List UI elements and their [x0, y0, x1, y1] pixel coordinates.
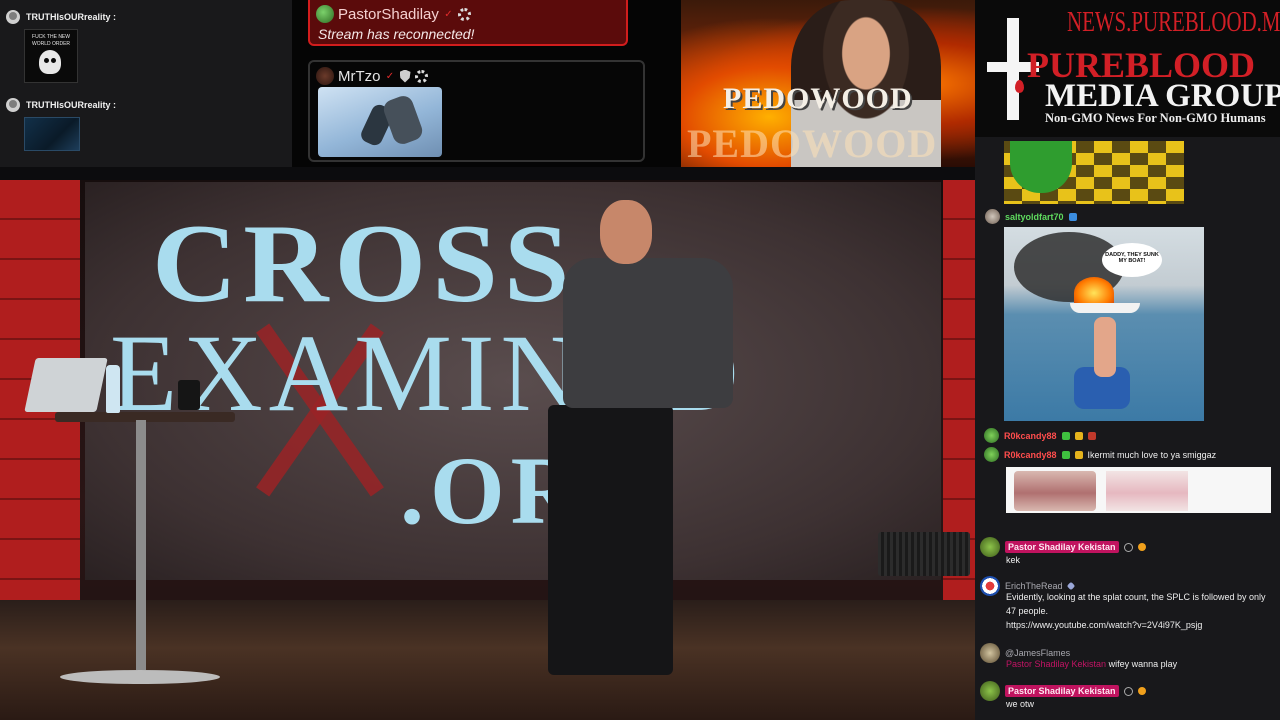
username[interactable]: Pastor Shadilay Kekistan — [1005, 541, 1119, 553]
image-panel — [1014, 471, 1096, 511]
stage-monitor-speaker — [878, 532, 970, 576]
badge-icon — [1137, 543, 1146, 551]
chat-message: Pastor Shadilay Kekistan kek — [980, 537, 1276, 567]
image-caption-ghost: PEDOWOOD — [687, 121, 938, 166]
speaker-legs — [548, 405, 673, 675]
image-caption: FUCK THE NEW WORLD ORDER — [31, 34, 71, 47]
avatar[interactable] — [985, 209, 1000, 224]
subscriber-badge-icon — [1068, 212, 1077, 221]
username[interactable]: TRUTHIsOURreality : — [26, 100, 116, 110]
skull-icon — [39, 50, 61, 74]
badge-icon — [1061, 431, 1070, 440]
avatar[interactable] — [980, 537, 1000, 557]
speaker-torso — [563, 258, 733, 408]
chat-message: TRUTHIsOURreality : — [6, 10, 116, 24]
message-image-thumbnail[interactable] — [318, 87, 442, 157]
username[interactable]: MrTzo — [338, 68, 381, 85]
chat-message: TRUTHIsOURreality : — [6, 98, 116, 112]
message-header: MrTzo ✓ — [316, 67, 428, 85]
speaker-head — [600, 200, 652, 264]
chat-image-frog-checker[interactable] — [1004, 141, 1184, 204]
message-text: kek — [1006, 555, 1021, 565]
chat-message: saltyoldfart70 — [985, 209, 1077, 224]
message-text: we otw — [1006, 699, 1035, 709]
water-bottle-shape — [106, 365, 120, 413]
username[interactable]: Pastor Shadilay Kekistan — [1005, 685, 1119, 697]
chat-message: R0kcandy88 — [984, 428, 1096, 443]
avatar[interactable] — [980, 643, 1000, 663]
brand-name-line2: MEDIA GROUP — [1045, 78, 1280, 114]
highlighted-chat-message: PastorShadilay ✓ Stream has reconnected! — [308, 0, 628, 46]
username[interactable]: PastorShadilay — [338, 6, 439, 23]
blood-drop-icon — [1015, 80, 1024, 93]
diamond-badge-icon — [1066, 581, 1075, 591]
username[interactable]: TRUTHIsOURreality : — [26, 12, 116, 22]
gear-icon[interactable] — [414, 69, 428, 83]
verified-check-icon: ✓ — [444, 8, 453, 20]
avatar[interactable] — [980, 576, 1000, 596]
chat-message: R0kcandy88 Ikermit much love to ya smigg… — [984, 447, 1216, 462]
avatar[interactable] — [984, 428, 999, 443]
chat-image-lips[interactable] — [1006, 467, 1271, 513]
badge-icon — [1074, 450, 1083, 459]
chat-message: MrTzo ✓ — [308, 60, 645, 162]
message-text: Ikermit much love to ya smiggaz — [1087, 449, 1217, 460]
badge-icon — [1061, 450, 1070, 459]
brand-logo: NEWS.PUREBLOOD.MEDIA PUREBLOOD MEDIA GRO… — [975, 0, 1280, 137]
image-caption: PEDOWOOD — [723, 82, 913, 115]
chat-message: @JamesFlames Pastor Shadilay Kekistan wi… — [980, 643, 1276, 671]
avatar[interactable] — [984, 447, 999, 462]
message-body: Pastor Shadilay Kekistan wifey wanna pla… — [1006, 657, 1276, 671]
avatar[interactable] — [980, 681, 1000, 701]
badge-icon — [1137, 687, 1146, 695]
chat-message: ErichTheRead Evidently, looking at the s… — [980, 576, 1276, 632]
stage-floor — [0, 600, 975, 720]
laptop-shape — [24, 358, 108, 412]
avatar[interactable] — [316, 5, 334, 23]
person-shape — [1094, 317, 1116, 377]
username[interactable]: R0kcandy88 — [1004, 431, 1057, 441]
chat-image[interactable] — [24, 117, 80, 151]
avatar[interactable] — [6, 10, 20, 24]
message-text: Stream has reconnected! — [318, 26, 475, 42]
avatar[interactable] — [6, 98, 20, 112]
message-header: PastorShadilay ✓ — [316, 5, 471, 23]
clock-icon — [1123, 686, 1133, 696]
emote-icon — [1087, 431, 1096, 440]
brand-tagline: Non-GMO News For Non-GMO Humans — [1045, 111, 1266, 125]
podium-pole — [136, 420, 146, 670]
speech-bubble: DADDY, THEY SUNK MY BOAT! — [1102, 243, 1162, 277]
gear-icon[interactable] — [457, 7, 471, 21]
image-panel — [1106, 471, 1188, 511]
chat-message: Pastor Shadilay Kekistan we otw — [980, 681, 1276, 711]
top-left-chat-panel: TRUTHIsOURreality : FUCK THE NEW WORLD O… — [0, 0, 292, 167]
right-chat-column: NEWS.PUREBLOOD.MEDIA PUREBLOOD MEDIA GRO… — [975, 0, 1280, 720]
username[interactable]: saltyoldfart70 — [1005, 212, 1064, 222]
main-video[interactable]: CROSS EXAMINED .ORG — [0, 180, 975, 720]
chat-image-nwo[interactable]: FUCK THE NEW WORLD ORDER — [24, 29, 78, 83]
mention[interactable]: Pastor Shadilay Kekistan — [1006, 659, 1106, 669]
badge-icon — [1074, 431, 1083, 440]
message-link[interactable]: https://www.youtube.com/watch?v=2V4i97K_… — [1006, 618, 1276, 632]
message-text: wifey wanna play — [1108, 659, 1178, 669]
boat-shape — [1070, 303, 1140, 313]
username[interactable]: R0kcandy88 — [1004, 450, 1057, 460]
moderator-shield-icon — [399, 69, 411, 83]
clock-icon — [1123, 542, 1133, 552]
chat-image-burning-boat[interactable]: DADDY, THEY SUNK MY BOAT! — [1004, 227, 1204, 421]
avatar[interactable] — [316, 67, 334, 85]
verified-check-icon: ✓ — [385, 70, 395, 82]
mug-shape — [178, 380, 200, 410]
overlay-chat-panel: PastorShadilay ✓ Stream has reconnected!… — [292, 0, 681, 167]
brand-url: NEWS.PUREBLOOD.MEDIA — [1067, 6, 1280, 38]
pedowood-image: PEDOWOOD PEDOWOOD — [681, 0, 975, 167]
podium-base — [60, 670, 220, 684]
message-text: Evidently, looking at the splat count, t… — [1006, 592, 1266, 616]
